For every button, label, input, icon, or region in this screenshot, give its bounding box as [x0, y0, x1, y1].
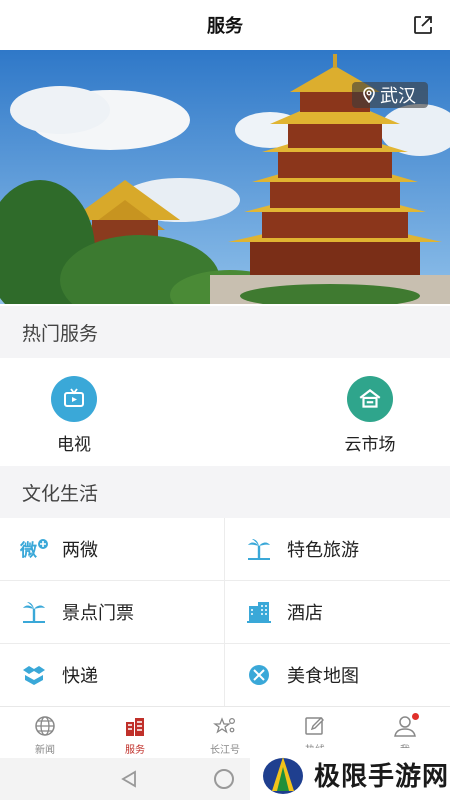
culture-life-grid: 微 两微 特色旅游 景点门票 酒店 快递 美食地图 — [0, 518, 450, 707]
hot-item-label: 云市场 — [344, 435, 396, 455]
tv-icon — [51, 376, 97, 422]
palm-tree-icon — [248, 539, 270, 560]
watermark: 极限手游网 — [250, 748, 450, 800]
hotel-building-icon — [247, 602, 271, 623]
hot-services-header: 热门服务 — [0, 306, 450, 358]
tab-label: 新闻 — [35, 745, 55, 756]
service-label: 两微 — [62, 540, 98, 561]
svg-text:微: 微 — [20, 540, 38, 561]
globe-icon — [35, 716, 55, 736]
location-label: 武汉 — [380, 86, 416, 107]
service-label: 美食地图 — [287, 666, 359, 687]
back-triangle-icon[interactable] — [120, 770, 138, 788]
service-food-map[interactable]: 美食地图 — [225, 644, 450, 706]
section-title: 文化生活 — [22, 482, 99, 505]
hot-item-cloud-market[interactable]: 云市场 — [320, 376, 420, 455]
hot-item-label: 电视 — [57, 435, 91, 455]
watermark-text: 极限手游网 — [314, 761, 450, 792]
grid-row: 快递 美食地图 — [0, 644, 450, 707]
service-label: 景点门票 — [62, 603, 134, 624]
cutlery-icon — [249, 665, 269, 685]
stars-icon — [213, 717, 236, 734]
service-liangwei[interactable]: 微 两微 — [0, 518, 225, 580]
hot-item-tv[interactable]: 电视 — [24, 376, 124, 455]
culture-life-header: 文化生活 — [0, 466, 450, 518]
service-attraction-tickets[interactable]: 景点门票 — [0, 581, 225, 643]
service-hotel[interactable]: 酒店 — [225, 581, 450, 643]
service-label: 快递 — [62, 666, 98, 687]
service-label: 特色旅游 — [287, 540, 359, 561]
tab-services[interactable]: 服务 — [90, 707, 180, 758]
tab-label: 长江号 — [210, 745, 240, 756]
location-badge[interactable]: 武汉 — [352, 82, 428, 108]
hot-services: 电视 云市场 — [0, 358, 450, 466]
map-pin-icon — [363, 87, 375, 103]
share-external-icon[interactable] — [412, 14, 434, 36]
tab-label: 服务 — [125, 745, 145, 756]
service-express[interactable]: 快递 — [0, 644, 225, 706]
edit-icon — [305, 717, 324, 735]
package-icon — [23, 666, 45, 685]
service-label: 酒店 — [287, 603, 323, 624]
top-bar: 服务 — [0, 0, 450, 50]
grid-row: 景点门票 酒店 — [0, 581, 450, 644]
tab-news[interactable]: 新闻 — [0, 707, 90, 758]
page-title: 服务 — [207, 16, 243, 37]
city-banner[interactable]: 武汉 — [0, 50, 450, 304]
home-circle-icon[interactable] — [214, 769, 234, 789]
buildings-icon — [126, 718, 144, 736]
palm-tree-icon — [23, 602, 45, 623]
notification-dot — [412, 713, 419, 720]
watermark-logo-icon — [263, 757, 303, 794]
grid-row: 微 两微 特色旅游 — [0, 518, 450, 581]
market-icon — [347, 376, 393, 422]
service-featured-travel[interactable]: 特色旅游 — [225, 518, 450, 580]
section-title: 热门服务 — [22, 322, 99, 345]
weibo-weixin-icon: 微 — [20, 539, 48, 561]
